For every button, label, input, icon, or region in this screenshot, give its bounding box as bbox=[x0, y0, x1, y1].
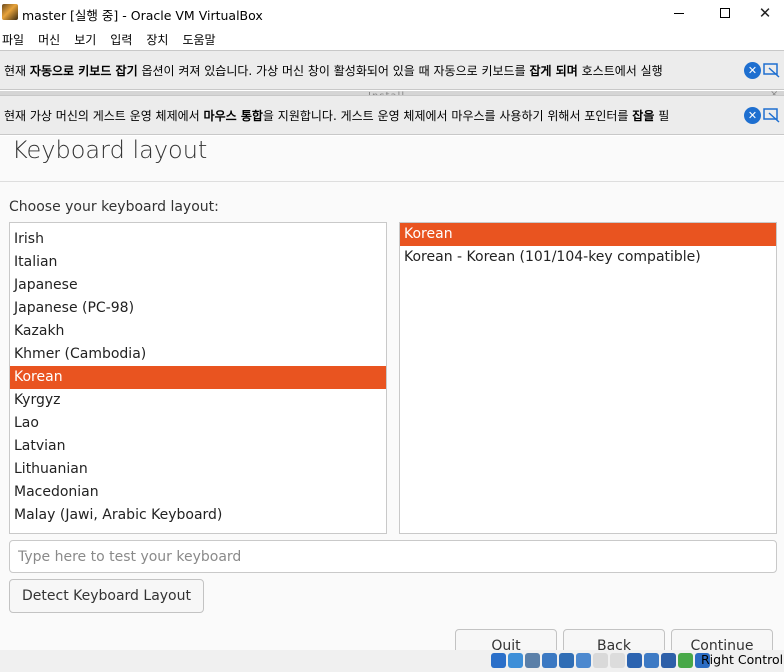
keyboard-capture-notice: 현재 자동으로 키보드 잡기 옵션이 켜져 있습니다. 가상 머신 창이 활성화… bbox=[0, 50, 784, 90]
layout-list-item[interactable]: Korean bbox=[10, 366, 386, 389]
mouse-integration-notice: 현재 가상 머신의 게스트 운영 체제에서 마우스 통합을 지원합니다. 게스트… bbox=[0, 95, 784, 135]
audio-icon[interactable] bbox=[525, 653, 540, 668]
host-key-label: Right Control bbox=[701, 652, 784, 667]
menu-item[interactable]: 입력 bbox=[108, 28, 138, 48]
vm-status-bar: Right Control bbox=[0, 650, 784, 672]
installer-window: Keyboard layout Choose your keyboard lay… bbox=[0, 136, 784, 672]
cpu-icon[interactable] bbox=[661, 653, 676, 668]
maximize-button[interactable] bbox=[702, 0, 748, 26]
hard-disk-icon[interactable] bbox=[491, 653, 506, 668]
notice-info-icon bbox=[763, 63, 780, 78]
menu-item[interactable]: 파일 bbox=[0, 28, 30, 48]
network-icon[interactable] bbox=[542, 653, 557, 668]
minimize-button[interactable] bbox=[656, 0, 702, 26]
optical-drive-icon[interactable] bbox=[508, 653, 523, 668]
menu-item[interactable]: 장치 bbox=[144, 28, 174, 48]
display-icon[interactable] bbox=[593, 653, 608, 668]
menu-item[interactable]: 보기 bbox=[72, 28, 102, 48]
usb-icon[interactable] bbox=[559, 653, 574, 668]
choose-layout-label: Choose your keyboard layout: bbox=[9, 199, 219, 215]
variant-list-item[interactable]: Korean bbox=[400, 223, 776, 246]
keyboard-capture-notice-text: 현재 자동으로 키보드 잡기 옵션이 켜져 있습니다. 가상 머신 창이 활성화… bbox=[4, 62, 734, 79]
layout-list-item[interactable]: Japanese (PC-98) bbox=[10, 297, 386, 320]
notice-text-segment: 을 지원합니다. 게스트 운영 체제에서 마우스를 사용하기 위해서 포인터를 bbox=[262, 109, 633, 123]
vm-window-icon[interactable] bbox=[644, 653, 659, 668]
close-icon: ✕ bbox=[747, 109, 758, 122]
menu-bar: 파일 머신 보기 입력 장치 도움말 bbox=[0, 28, 784, 48]
close-icon: ✕ bbox=[747, 64, 758, 77]
layout-list-item[interactable]: Italian bbox=[10, 251, 386, 274]
shared-folders-icon[interactable] bbox=[576, 653, 591, 668]
mouse-integration-notice-text: 현재 가상 머신의 게스트 운영 체제에서 마우스 통합을 지원합니다. 게스트… bbox=[4, 107, 734, 124]
layout-list-item[interactable]: Japanese bbox=[10, 274, 386, 297]
layout-list-item[interactable]: Kyrgyz bbox=[10, 389, 386, 412]
notice-text-segment: 현재 가상 머신의 게스트 운영 체제에서 bbox=[4, 109, 204, 123]
layout-list-item[interactable]: Irish bbox=[10, 228, 386, 251]
layout-list-item[interactable]: Latvian bbox=[10, 435, 386, 458]
keyboard-variant-list[interactable]: Korean Korean - Korean (101/104-key compa… bbox=[399, 222, 777, 534]
notice-text-segment: 자동으로 키보드 잡기 bbox=[29, 64, 138, 78]
video-capture-icon[interactable] bbox=[610, 653, 625, 668]
notice-info-icon bbox=[763, 108, 780, 123]
notice-close-button[interactable]: ✕ bbox=[744, 107, 761, 124]
close-icon: ✕ bbox=[758, 4, 772, 22]
layout-list-item[interactable]: Khmer (Cambodia) bbox=[10, 343, 386, 366]
variant-list-item[interactable]: Korean - Korean (101/104-key compatible) bbox=[400, 246, 776, 269]
mouse-integration-icon[interactable] bbox=[678, 653, 693, 668]
menu-item[interactable]: 머신 bbox=[36, 28, 66, 48]
detect-keyboard-layout-button[interactable]: Detect Keyboard Layout bbox=[9, 579, 204, 613]
virtualbox-app-icon bbox=[2, 4, 18, 20]
notice-text-segment: 현재 bbox=[4, 64, 30, 78]
screen-icon[interactable] bbox=[627, 653, 642, 668]
window-titlebar: master [실행 중] - Oracle VM VirtualBox ✕ bbox=[0, 0, 784, 26]
notice-text-segment: 잡게 되며 bbox=[529, 64, 578, 78]
layout-list-item[interactable]: Kazakh bbox=[10, 320, 386, 343]
notice-text-segment: 필 bbox=[654, 109, 670, 123]
keyboard-test-input[interactable] bbox=[9, 540, 777, 573]
maximize-icon bbox=[720, 8, 730, 18]
layout-list-item[interactable]: Malay (Jawi, Arabic Keyboard) bbox=[10, 504, 386, 527]
close-button[interactable]: ✕ bbox=[746, 0, 784, 26]
title-divider bbox=[0, 181, 784, 182]
menu-item[interactable]: 도움말 bbox=[180, 28, 221, 48]
notice-text-segment: 호스트에서 실행 bbox=[577, 64, 663, 78]
notice-close-button[interactable]: ✕ bbox=[744, 62, 761, 79]
layout-list-item[interactable]: Lao bbox=[10, 412, 386, 435]
notice-text-segment: 잡을 bbox=[632, 109, 655, 123]
minimize-icon bbox=[674, 12, 684, 14]
layout-list-item[interactable]: Macedonian bbox=[10, 481, 386, 504]
layout-list-item[interactable]: Lithuanian bbox=[10, 458, 386, 481]
keyboard-layout-list[interactable]: Irish Italian Japanese Japanese (PC-98) Kaza… bbox=[9, 222, 387, 534]
notice-text-segment: 마우스 통합 bbox=[203, 109, 263, 123]
page-title: Keyboard layout bbox=[12, 136, 208, 164]
window-title: master [실행 중] - Oracle VM VirtualBox bbox=[22, 8, 263, 23]
notice-text-segment: 옵션이 켜져 있습니다. 가상 머신 창이 활성화되어 있을 때 자동으로 키보… bbox=[137, 64, 530, 78]
